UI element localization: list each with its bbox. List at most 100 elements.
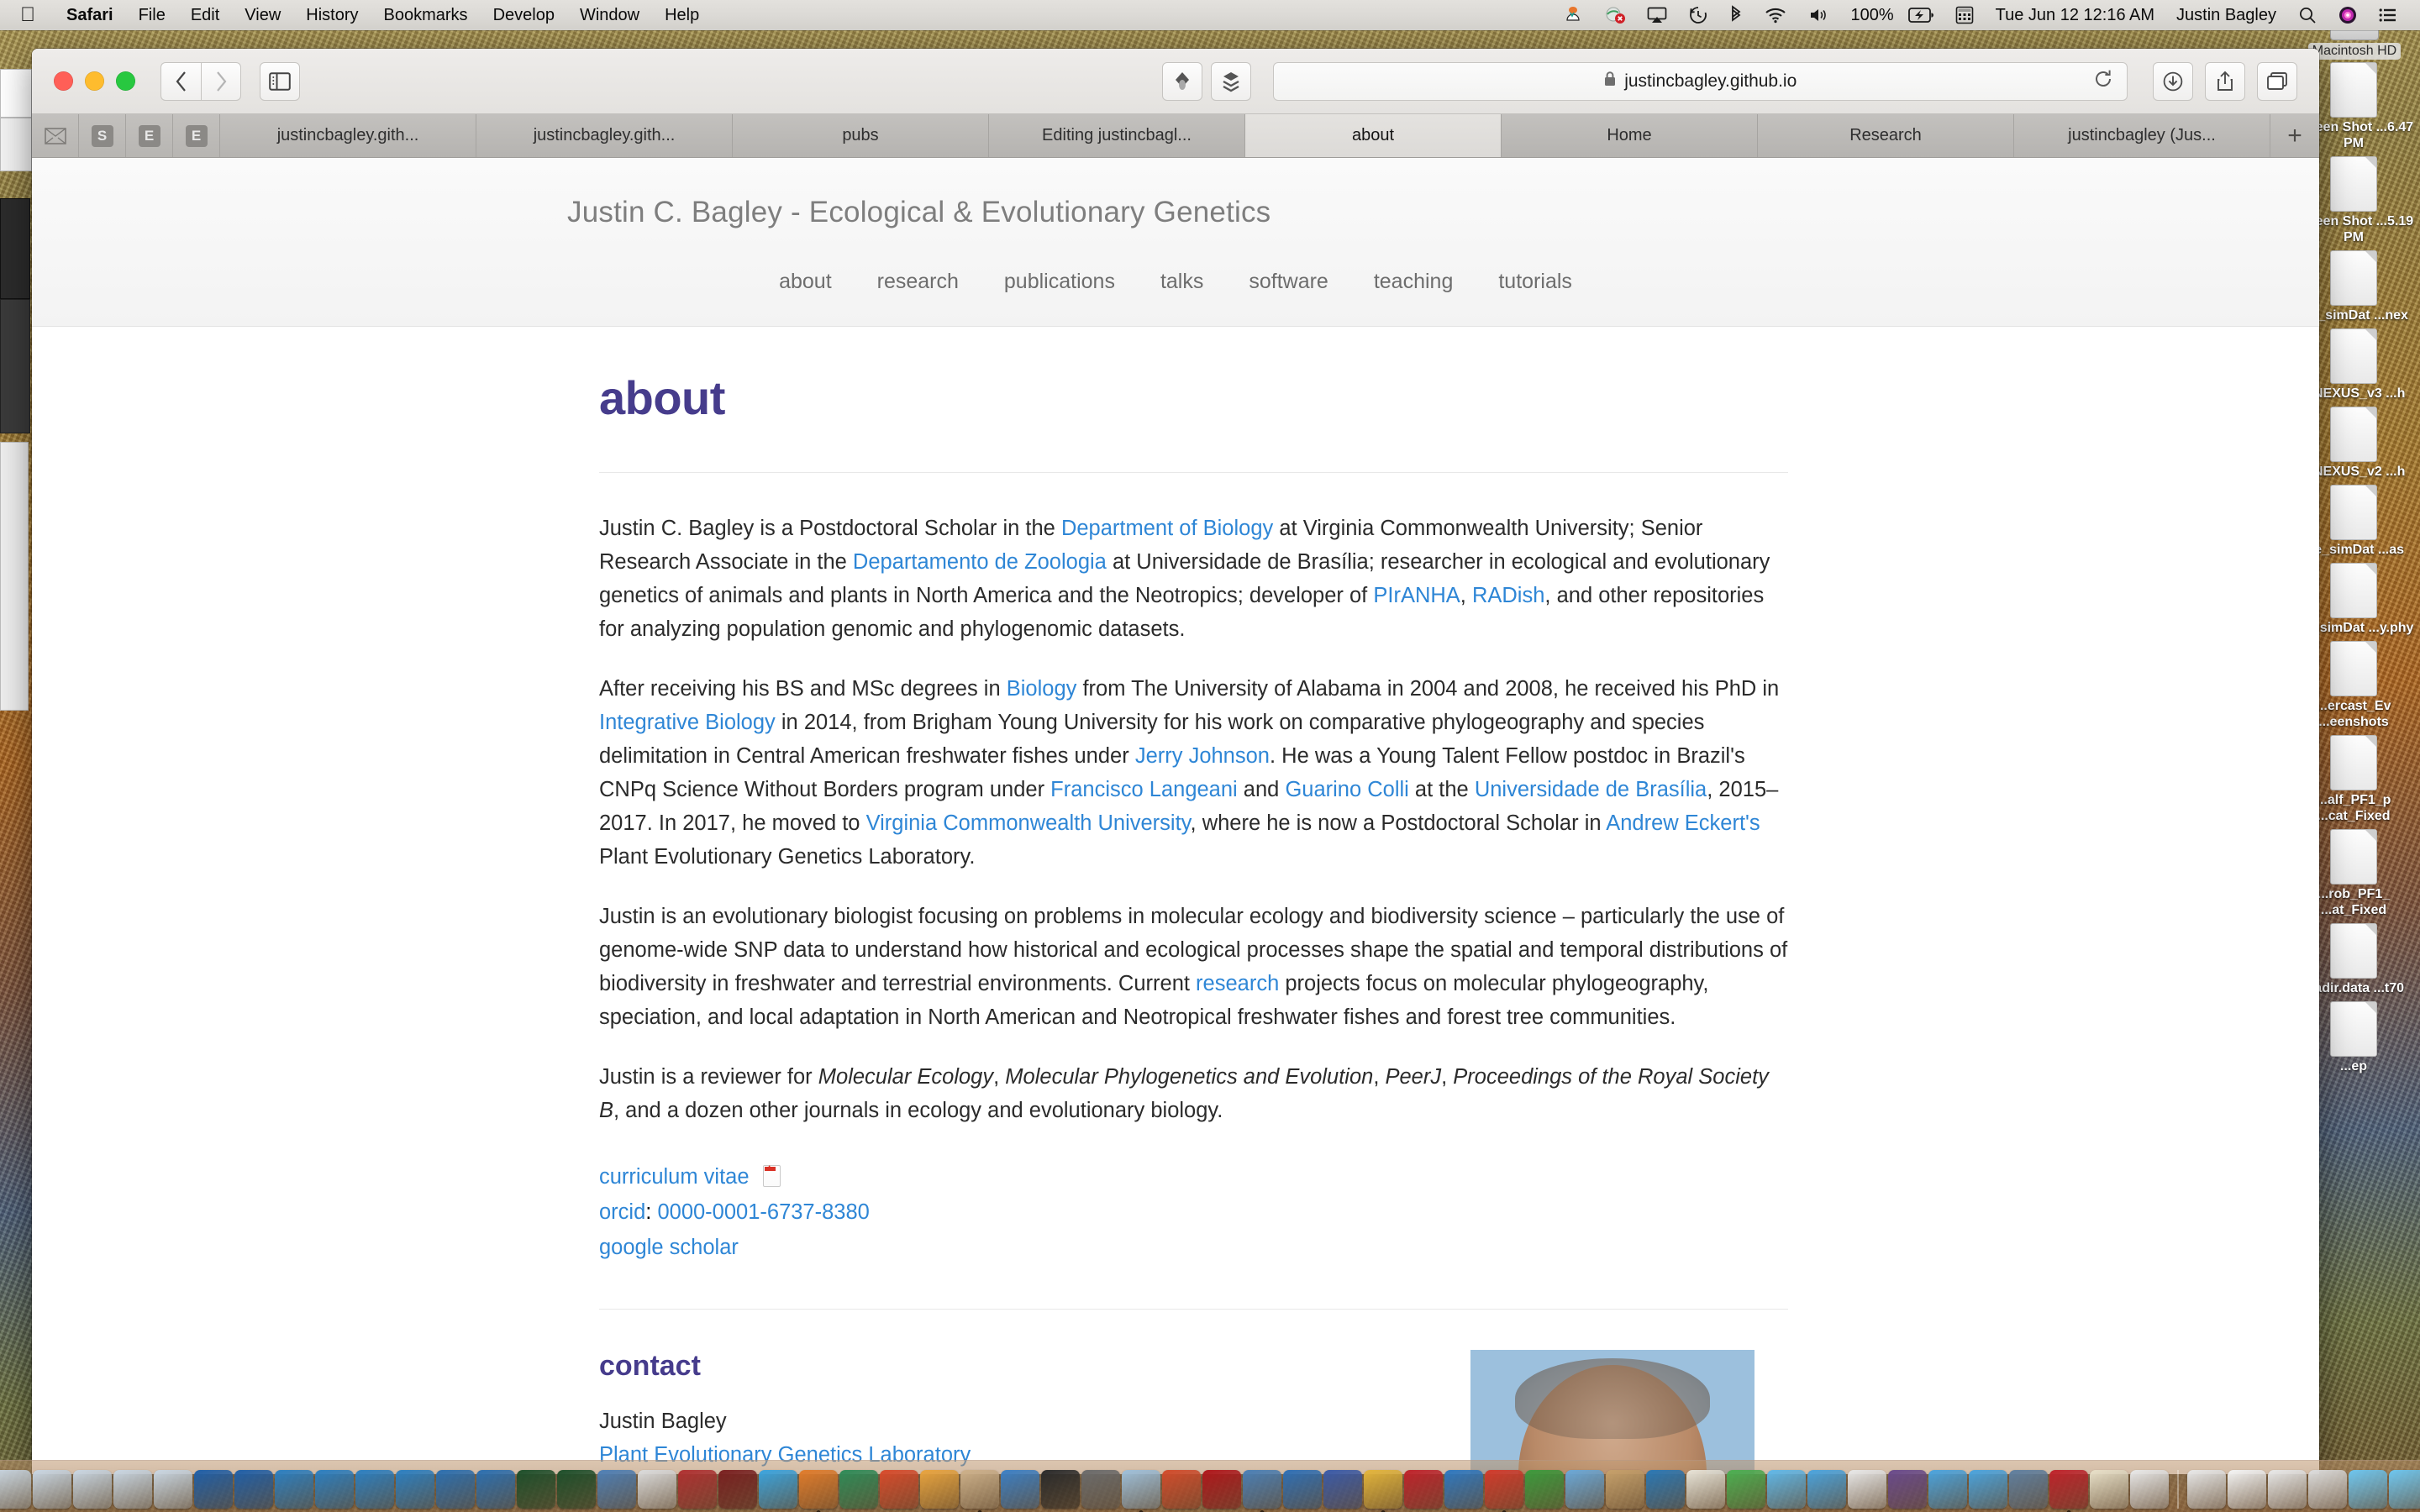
dock-icon[interactable] xyxy=(1081,1470,1120,1509)
dock-icon[interactable] xyxy=(880,1470,918,1509)
menu-item-window[interactable]: Window xyxy=(567,6,652,25)
pocket-button[interactable] xyxy=(1161,61,1202,101)
menu-item-bookmarks[interactable]: Bookmarks xyxy=(371,6,481,25)
dock-icon[interactable] xyxy=(2228,1470,2266,1509)
inline-link[interactable]: Andrew Eckert's xyxy=(1606,811,1760,835)
layers-button[interactable] xyxy=(1210,61,1251,101)
inline-link[interactable]: PIrANHA xyxy=(1373,584,1460,607)
downloads-button[interactable] xyxy=(2153,61,2193,101)
dock-icon[interactable] xyxy=(113,1470,152,1509)
time-machine-icon[interactable] xyxy=(1678,6,1718,24)
menu-item-file[interactable]: File xyxy=(126,6,178,25)
dock-icon[interactable] xyxy=(154,1470,192,1509)
tab-research[interactable]: Research xyxy=(1758,114,2014,157)
dock-icon[interactable] xyxy=(1727,1470,1765,1509)
dock-icon[interactable] xyxy=(839,1470,878,1509)
tab-about[interactable]: about xyxy=(1245,114,1502,157)
dock-icon[interactable] xyxy=(436,1470,475,1509)
menu-item-safari[interactable]: Safari xyxy=(54,6,126,25)
address-bar[interactable]: justincbagley.github.io xyxy=(1272,61,2128,101)
inline-link[interactable]: Department of Biology xyxy=(1061,517,1273,540)
dock-icon[interactable] xyxy=(1243,1470,1281,1509)
dock-icon[interactable] xyxy=(1767,1470,1806,1509)
inline-link[interactable]: Virginia Commonwealth University xyxy=(866,811,1191,835)
dock-icon[interactable] xyxy=(476,1470,515,1509)
dock-icon[interactable] xyxy=(1686,1470,1725,1509)
dock-icon[interactable] xyxy=(275,1470,313,1509)
tab-justincbagley-1[interactable]: justincbagley.gith... xyxy=(220,114,476,157)
dock-icon[interactable] xyxy=(638,1470,676,1509)
menu-bar-clock[interactable]: Tue Jun 12 12:16 AM xyxy=(1985,6,2165,25)
dock-icon[interactable] xyxy=(2349,1470,2387,1509)
bluetooth-icon[interactable] xyxy=(1718,5,1754,25)
dock-icon[interactable] xyxy=(718,1470,757,1509)
dock-icon[interactable] xyxy=(194,1470,233,1509)
battery-charging-icon[interactable] xyxy=(1905,8,1944,23)
inline-link[interactable]: Universidade de Brasília xyxy=(1475,778,1707,801)
airplay-icon[interactable] xyxy=(1636,7,1678,24)
inline-link[interactable]: Guarino Colli xyxy=(1285,778,1408,801)
sidebar-toggle-button[interactable] xyxy=(260,61,300,101)
dock-icon[interactable] xyxy=(1364,1470,1402,1509)
dock-icon[interactable] xyxy=(1041,1470,1080,1509)
dock-icon[interactable] xyxy=(1565,1470,1604,1509)
dock-icon[interactable] xyxy=(33,1470,71,1509)
inline-link[interactable]: Jerry Johnson xyxy=(1135,744,1270,768)
pinned-tab-e-1[interactable]: E xyxy=(126,114,173,157)
gremlin-icon[interactable] xyxy=(1552,5,1594,25)
new-tab-button[interactable]: + xyxy=(2270,114,2319,157)
orcid-id-link[interactable]: 0000-0001-6737-8380 xyxy=(657,1200,869,1224)
dock-icon[interactable] xyxy=(678,1470,717,1509)
inline-link[interactable]: RADish xyxy=(1472,584,1544,607)
dock-icon[interactable] xyxy=(517,1470,555,1509)
dock-icon[interactable] xyxy=(2090,1470,2128,1509)
spotlight-search-icon[interactable] xyxy=(2287,6,2328,24)
dock-icon[interactable] xyxy=(2130,1470,2169,1509)
dock-icon[interactable] xyxy=(1404,1470,1443,1509)
dock-icon[interactable] xyxy=(1606,1470,1644,1509)
tab-pubs[interactable]: pubs xyxy=(733,114,989,157)
pinned-tab-mail[interactable] xyxy=(32,114,79,157)
dock-icon[interactable] xyxy=(597,1470,636,1509)
dock-icon[interactable] xyxy=(1888,1470,1927,1509)
curriculum-vitae-link[interactable]: curriculum vitae xyxy=(599,1165,750,1189)
menu-item-history[interactable]: History xyxy=(293,6,371,25)
dock-icon[interactable] xyxy=(1444,1470,1483,1509)
menu-item-edit[interactable]: Edit xyxy=(178,6,232,25)
dock-icon[interactable] xyxy=(1323,1470,1362,1509)
dock-icon[interactable] xyxy=(1969,1470,2007,1509)
nav-link-tutorials[interactable]: tutorials xyxy=(1476,270,1595,294)
dock-icon[interactable] xyxy=(2049,1470,2088,1509)
inline-link[interactable]: Integrative Biology xyxy=(599,711,776,734)
tab-justincbagley-2[interactable]: justincbagley.gith... xyxy=(476,114,733,157)
inline-link[interactable]: Biology xyxy=(1007,677,1077,701)
control-center-icon[interactable] xyxy=(2368,8,2408,23)
dock-icon[interactable] xyxy=(73,1470,112,1509)
dropbox-error-icon[interactable] xyxy=(1594,6,1636,24)
nav-link-research[interactable]: research xyxy=(855,270,981,294)
minimize-window-button[interactable] xyxy=(85,71,104,91)
dock-icon[interactable] xyxy=(1807,1470,1846,1509)
tab-github-profile[interactable]: justincbagley (Jus... xyxy=(2014,114,2270,157)
dock-icon[interactable] xyxy=(1283,1470,1322,1509)
dock-icon[interactable] xyxy=(1928,1470,1967,1509)
maximize-window-button[interactable] xyxy=(116,71,135,91)
inline-link[interactable]: Francisco Langeani xyxy=(1050,778,1238,801)
dock-icon[interactable] xyxy=(396,1470,434,1509)
tab-overview-button[interactable] xyxy=(2257,61,2297,101)
nav-link-teaching[interactable]: teaching xyxy=(1351,270,1476,294)
pinned-tab-e-2[interactable]: E xyxy=(173,114,220,157)
dock-icon[interactable] xyxy=(0,1470,31,1509)
tab-editing[interactable]: Editing justincbagl... xyxy=(989,114,1245,157)
dock-icon[interactable] xyxy=(1848,1470,1886,1509)
menu-item-view[interactable]: View xyxy=(232,6,293,25)
dock-icon[interactable] xyxy=(1525,1470,1564,1509)
dock-icon[interactable] xyxy=(557,1470,596,1509)
dock-icon[interactable] xyxy=(2389,1470,2420,1509)
volume-icon[interactable] xyxy=(1797,7,1839,24)
google-scholar-link[interactable]: google scholar xyxy=(599,1236,739,1259)
dock-icon[interactable] xyxy=(2187,1470,2226,1509)
menu-bar-username[interactable]: Justin Bagley xyxy=(2165,6,2287,25)
wifi-icon[interactable] xyxy=(1754,7,1797,24)
nav-link-talks[interactable]: talks xyxy=(1138,270,1226,294)
